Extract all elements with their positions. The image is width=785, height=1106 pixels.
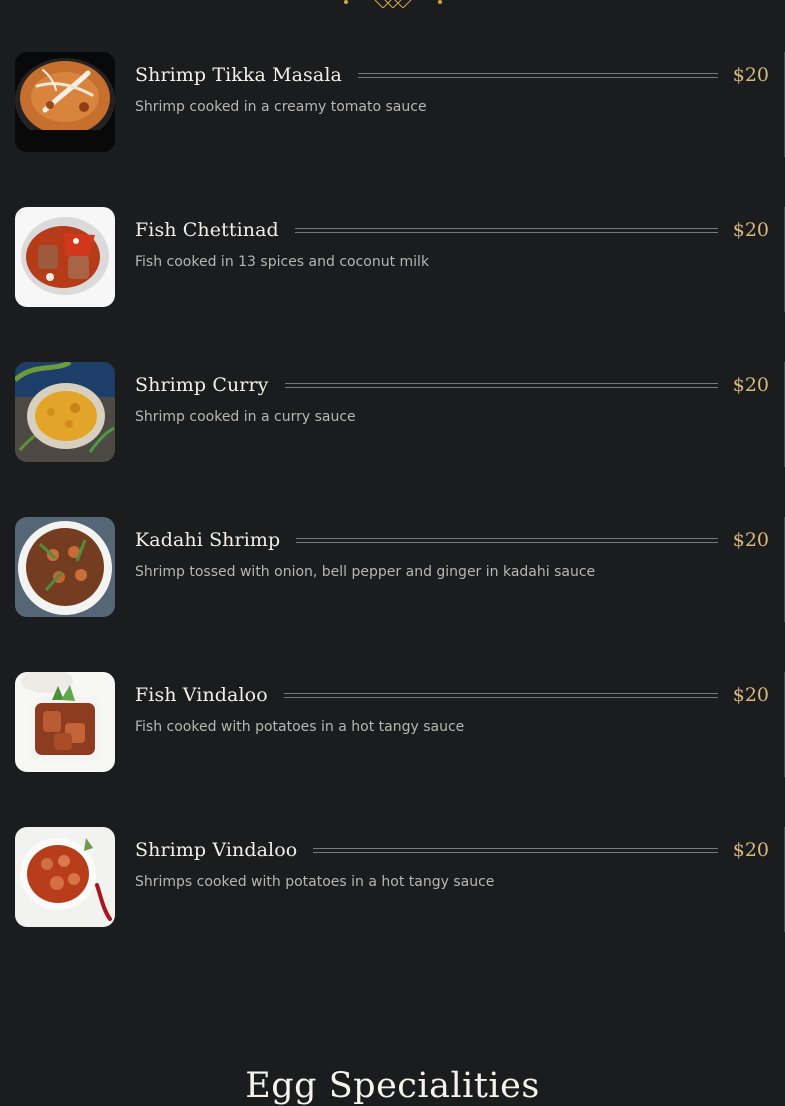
item-description: Shrimp cooked in a curry sauce xyxy=(135,409,356,425)
item-name: Kadahi Shrimp xyxy=(135,529,281,551)
item-price: $20 xyxy=(732,374,769,396)
menu-item-fish-vindaloo: Fish Vindaloo $20 Fish cooked with potat… xyxy=(0,672,785,782)
menu-item-shrimp-curry: Shrimp Curry $20 Shrimp cooked in a curr… xyxy=(0,362,785,472)
price-leader-line xyxy=(294,227,718,233)
item-price: $20 xyxy=(732,684,769,706)
shrimp-vindaloo-photo xyxy=(15,827,115,927)
price-leader-line xyxy=(283,692,718,698)
item-price: $20 xyxy=(732,219,769,241)
fish-chettinad-photo xyxy=(15,207,115,307)
price-leader-line xyxy=(357,72,718,78)
item-description: Shrimps cooked with potatoes in a hot ta… xyxy=(135,874,495,890)
price-leader-line xyxy=(296,537,718,543)
item-price: $20 xyxy=(732,529,769,551)
menu-item-fish-chettinad: Fish Chettinad $20 Fish cooked in 13 spi… xyxy=(0,207,785,317)
kadahi-shrimp-photo xyxy=(15,517,115,617)
item-name: Shrimp Curry xyxy=(135,374,269,396)
section-title-egg-specialities: Egg Specialities xyxy=(245,1066,540,1106)
decorative-divider-icon xyxy=(344,0,442,8)
item-price: $20 xyxy=(732,839,769,861)
price-leader-line xyxy=(284,382,718,388)
fish-vindaloo-photo xyxy=(15,672,115,772)
menu-item-shrimp-tikka-masala: Shrimp Tikka Masala $20 Shrimp cooked in… xyxy=(0,52,785,162)
shrimp-tikka-masala-photo xyxy=(15,52,115,152)
menu-item-kadahi-shrimp: Kadahi Shrimp $20 Shrimp tossed with oni… xyxy=(0,517,785,627)
item-description: Shrimp tossed with onion, bell pepper an… xyxy=(135,564,596,580)
item-description: Fish cooked in 13 spices and coconut mil… xyxy=(135,254,430,270)
shrimp-curry-photo xyxy=(15,362,115,462)
item-name: Shrimp Vindaloo xyxy=(135,839,298,861)
item-price: $20 xyxy=(732,64,769,86)
item-name: Shrimp Tikka Masala xyxy=(135,64,342,86)
menu-item-shrimp-vindaloo: Shrimp Vindaloo $20 Shrimps cooked with … xyxy=(0,827,785,937)
item-description: Shrimp cooked in a creamy tomato sauce xyxy=(135,99,427,115)
item-name: Fish Chettinad xyxy=(135,219,279,241)
item-description: Fish cooked with potatoes in a hot tangy… xyxy=(135,719,465,735)
item-name: Fish Vindaloo xyxy=(135,684,268,706)
price-leader-line xyxy=(313,847,718,853)
